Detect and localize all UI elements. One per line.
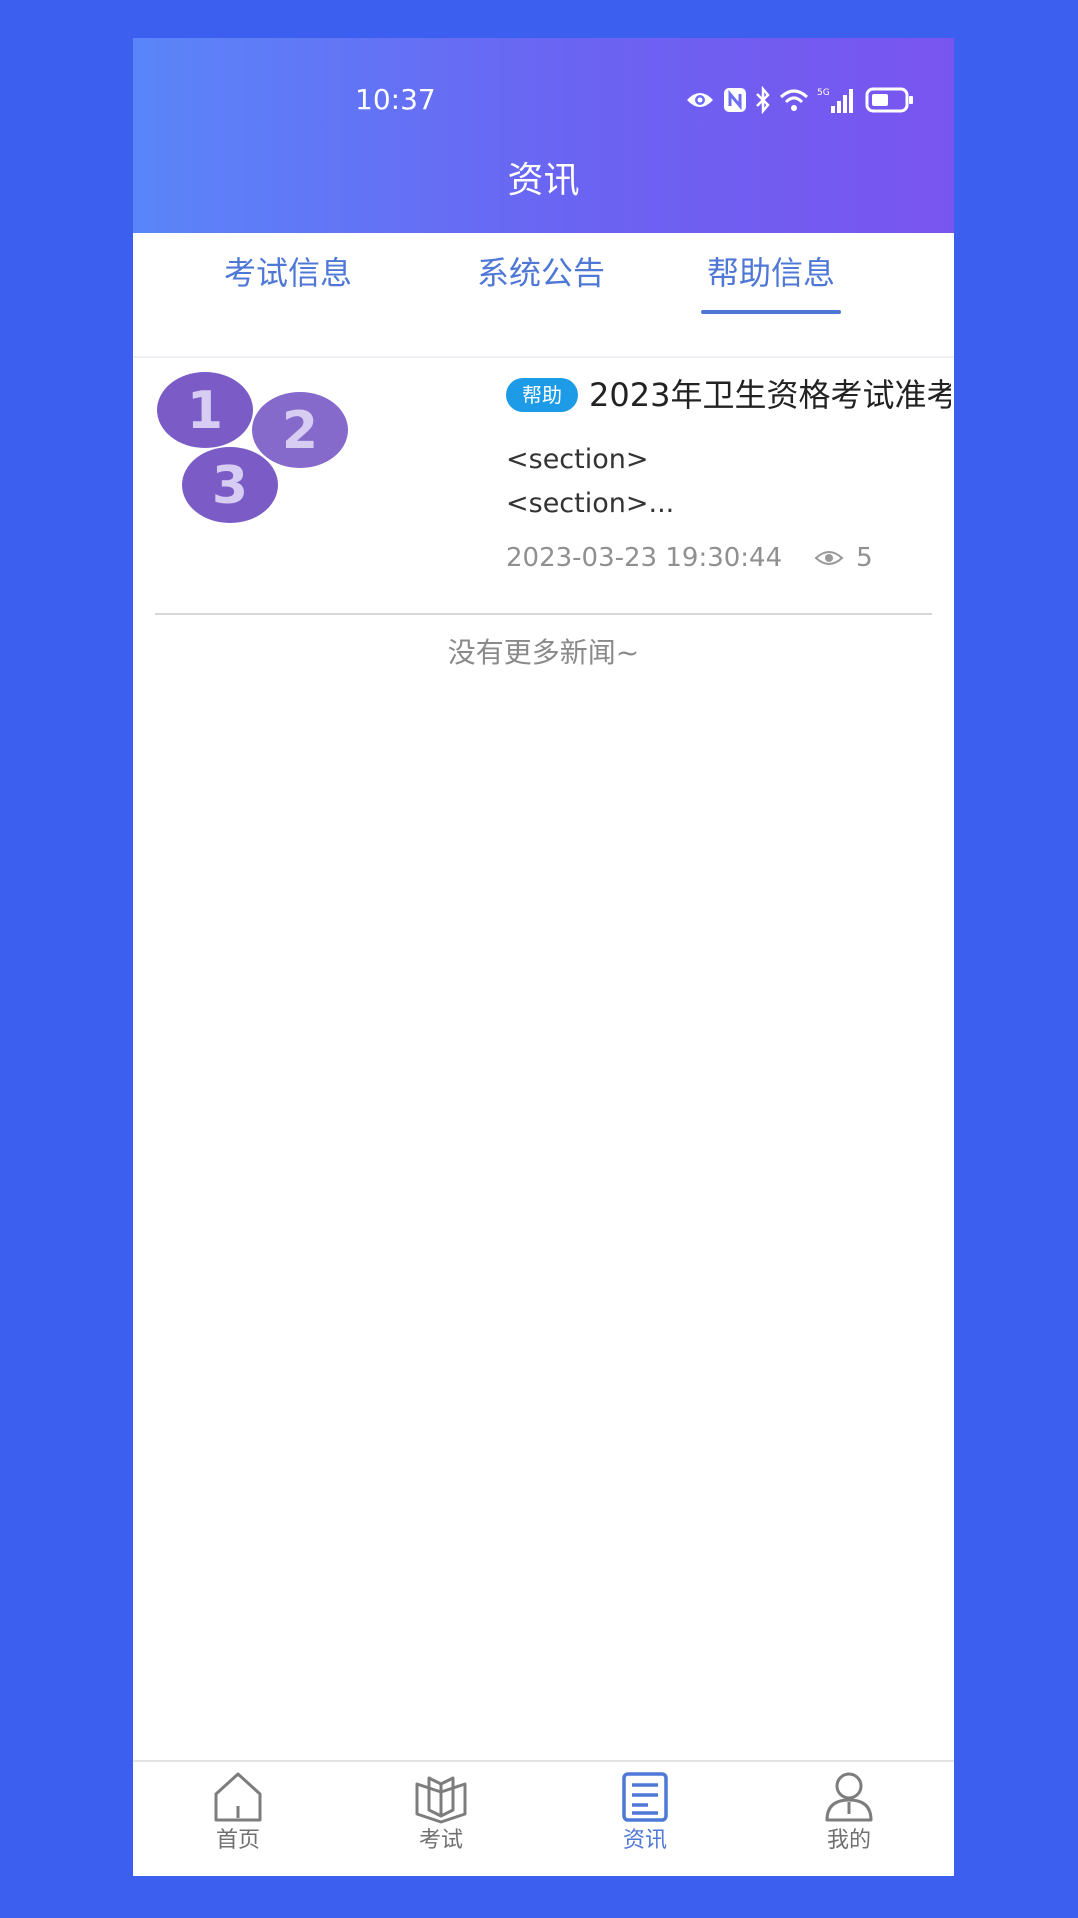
category-badge: 帮助 [506,378,578,412]
news-meta: 2023-03-23 19:30:44 5 [506,538,946,578]
book-icon [415,1776,467,1824]
signal-icon: 5G [817,88,853,113]
phone-screen: 10:37 5G 资讯 考试信息 系统公告 帮助信息 1 2 3 帮助 2023… [133,38,954,1876]
tab-help-info[interactable]: 帮助信息 [646,233,896,356]
network-label: 5G [817,88,830,98]
views-icon [814,548,844,568]
battery-icon [865,87,913,113]
tab-system-announcements[interactable]: 系统公告 [416,233,666,356]
tab-label: 系统公告 [476,254,605,292]
nav-news[interactable]: 资讯 [585,1770,705,1870]
news-excerpt-line: <section>... [506,488,675,519]
thumbnail-number: 3 [212,456,248,516]
user-icon [825,1772,873,1822]
news-list-item[interactable]: 1 2 3 帮助 2023年卫生资格考试准考证打印 <section> <sec… [155,358,951,615]
view-count: 5 [856,543,873,573]
status-time: 10:37 [355,83,436,116]
category-tabs: 考试信息 系统公告 帮助信息 [133,233,954,358]
news-thumbnail: 1 2 3 [157,372,348,523]
page-title: 资讯 [507,160,580,201]
nfc-icon [724,88,746,112]
news-excerpt-line: <section> [506,444,649,475]
thumbnail-number: 2 [282,401,318,461]
news-icon [622,1772,668,1822]
bottom-navigation: 首页 考试 资讯 我的 [133,1760,954,1876]
eye-icon [687,93,713,107]
nav-home[interactable]: 首页 [178,1770,298,1870]
status-icons: 5G [685,82,925,118]
nav-label: 资讯 [622,1828,667,1853]
tab-label: 考试信息 [223,254,352,292]
list-end-message: 没有更多新闻~ [447,636,640,669]
home-icon [214,1772,262,1822]
thumbnail-number: 1 [187,381,223,441]
nav-profile[interactable]: 我的 [789,1770,909,1870]
nav-exam[interactable]: 考试 [381,1770,501,1870]
nav-label: 我的 [826,1828,871,1853]
wifi-icon [779,89,809,111]
news-datetime: 2023-03-23 19:30:44 [506,543,783,573]
news-title: 2023年卫生资格考试准考证打印 [589,376,951,414]
active-tab-indicator [701,310,841,314]
bluetooth-icon [756,86,770,114]
tab-exam-info[interactable]: 考试信息 [163,233,413,356]
app-header: 10:37 5G 资讯 [133,38,954,233]
nav-label: 考试 [418,1828,463,1853]
nav-label: 首页 [215,1828,260,1853]
tab-label: 帮助信息 [706,254,835,292]
